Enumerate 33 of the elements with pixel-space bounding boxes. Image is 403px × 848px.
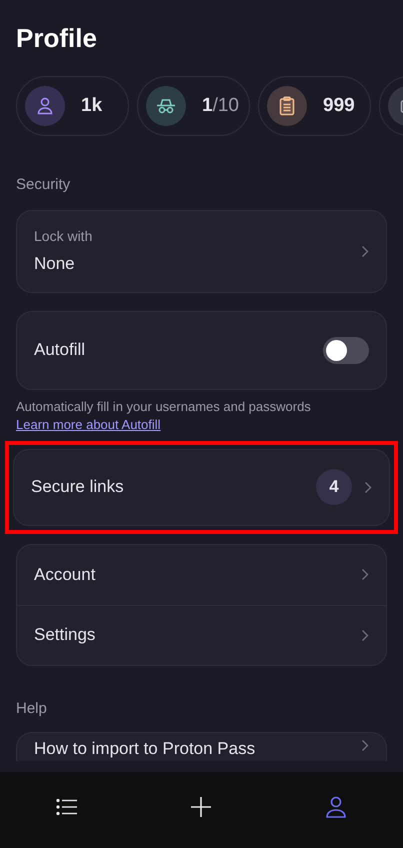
autofill-label: Autofill: [34, 339, 86, 362]
chevron-right-icon: [361, 739, 369, 752]
clipboard-icon: [279, 96, 295, 116]
menu-item[interactable]: Account: [17, 544, 386, 604]
stat-pill[interactable]: 1/10: [137, 76, 250, 136]
incognito-icon: [156, 98, 176, 114]
user-icon: [37, 97, 53, 115]
field-value: None: [34, 252, 76, 275]
lock-card[interactable]: Lock with None: [16, 210, 387, 292]
stat-pill[interactable]: 1k: [16, 76, 129, 136]
secure-links-card[interactable]: Secure links 4: [13, 448, 390, 526]
chevron-right-icon: [361, 568, 369, 581]
autofill-hint: Automatically fill in your usernames and passwords: [16, 398, 312, 416]
stat-value: 999: [323, 94, 355, 118]
count-badge: 4: [316, 469, 352, 505]
user-icon: [326, 796, 346, 818]
field-label: Lock with: [34, 226, 92, 246]
section-label: Help: [16, 698, 47, 718]
stat-pill[interactable]: 999: [258, 76, 371, 136]
chevron-right-icon: [364, 480, 372, 494]
section-label: Security: [16, 175, 70, 195]
chevron-right-icon: [361, 244, 369, 258]
plus-icon: [191, 797, 212, 817]
learn-more-link[interactable]: Learn more about Autofill: [16, 416, 161, 434]
stat-value: 1/10: [202, 94, 239, 118]
stat-value: 1k: [81, 94, 102, 118]
chevron-right-icon: [361, 628, 369, 642]
page-title: Profile: [16, 22, 97, 54]
list-icon: [56, 798, 78, 816]
secure-links-label: Secure links: [31, 476, 124, 498]
autofill-toggle[interactable]: [323, 336, 369, 364]
menu-item[interactable]: Settings: [17, 604, 386, 664]
help-item[interactable]: How to import to Proton Pass: [17, 733, 386, 761]
